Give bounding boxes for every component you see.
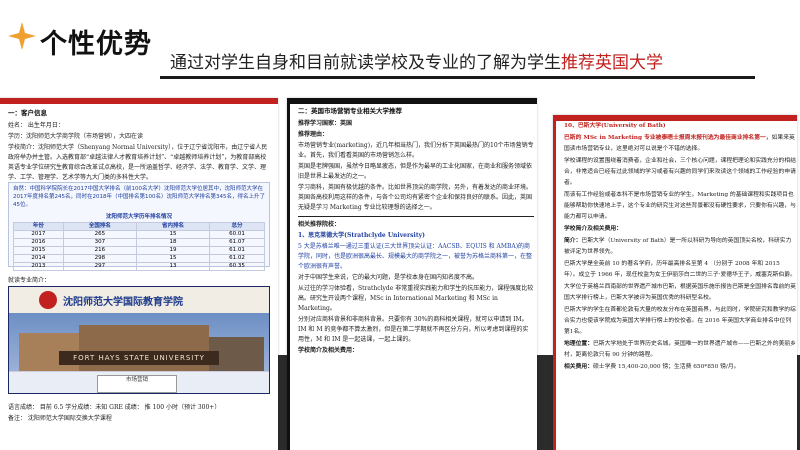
- website-logo-text: 沈阳师范大学国际教育学院: [63, 297, 183, 308]
- subtitle-plain: 通过对学生自身和目前就读学校及专业的了解为学生: [170, 53, 561, 73]
- table-cell: 298: [62, 254, 137, 263]
- school-intro: 学校简介：沈阳师范大学（Shenyang Normal University），…: [8, 143, 272, 183]
- recommend-reason-label: 推荐理由：: [298, 131, 329, 138]
- website-banner: 沈阳师范大学国际教育学院: [9, 287, 269, 313]
- school-line: 学历：沈阳师范大学商学院（市场营销），大四在读: [8, 133, 144, 140]
- table-header-row: 年份 全国排名 省内排名 总分: [13, 222, 265, 231]
- recommend-country: 推荐学习国家：英国: [298, 120, 353, 127]
- paragraph: 巴斯大学的学生在首都伦敦有大量的校友分布在英国商界，与此同时，学院研究和教学的综…: [564, 307, 796, 335]
- ranking-highlight: 巴斯的 MSc in Marketing 专业被泰晤士报周末报刊选为最佳商业排名…: [564, 135, 772, 141]
- ranking-intro: 自然：中国科学院院长在2017中国大学排名（前100名大学）沈阳师范大学位居其中…: [13, 186, 265, 208]
- client-info-footer: 语言成绩： 目前 6.5 学分成绩：未知 GRE 成绩： 推 100 小时（预计…: [8, 403, 272, 425]
- location-text: 巴斯大学地处于世界历史名城，英国唯一的世界遗产城市——巴斯之外的美丽乡村，距离伦…: [564, 341, 796, 358]
- school-paragraph: 5 大是苏格兰唯一通过三重认证(三大世界顶尖认证：AACSB、EQUIS 和 A…: [298, 243, 533, 270]
- campus-website-image: 沈阳师范大学国际教育学院 FORT HAYS STATE UNIVERSITY …: [8, 286, 270, 394]
- table-cell: 15: [135, 254, 211, 263]
- table-cell: 61.07: [209, 238, 265, 247]
- major-box: 市场营销: [97, 375, 177, 393]
- bath-university-card: 10、巴斯大学(University of Bath) 巴斯的 MSc in M…: [553, 115, 797, 450]
- slide-header: 个性优势 通过对学生自身和目前就读学校及专业的了解为学生推荐英国大学: [0, 0, 800, 80]
- table-row: 2013 297 13 60.35: [13, 262, 265, 271]
- school-paragraph: 对于中国学生来说，它的最大问题，是学校本身在国内知名度不高。: [298, 274, 479, 281]
- school-paragraph: 从过往的学习体验看，Strathclyde 非常重视实践能力和学生的抗压能力，课…: [298, 285, 534, 312]
- intro-bold-label: 简介：: [564, 238, 582, 244]
- client-info-body: 一：客户信息 姓名： 出生年月日： 学历：沈阳师范大学商学院（市场营销），大四在…: [8, 106, 272, 184]
- table-cell: 2013: [13, 262, 64, 271]
- table-cell: 2014: [13, 254, 64, 263]
- major-intro-label: 就读专业简介：: [8, 277, 51, 284]
- divider: [298, 216, 534, 217]
- table-row: 2017 265 15 60.01: [13, 230, 265, 239]
- fees-label: 相关费用：: [564, 364, 593, 370]
- school-heading: 10、巴斯大学(University of Bath): [564, 123, 666, 129]
- table-cell: 297: [62, 262, 137, 271]
- campus-sign: FORT HAYS STATE UNIVERSITY: [59, 351, 219, 365]
- paragraph: 大学位于英格兰西南部的世界遗产城市巴斯，根据英国乐施乐报告巴斯是全国排名靠前的英…: [564, 284, 796, 301]
- paragraph: 英国是老牌强国，虽然今日略显疲态，但是作为最早的工业化国家，在商业和服务领域依旧…: [298, 163, 533, 180]
- recommendation-card: 二：英国市场营销专业相关大学推荐 推荐学习国家：英国 推荐理由： 市场营销专业(…: [287, 98, 537, 450]
- paragraph: 地理位置：巴斯大学地处于世界历史名城，英国唯一的世界遗产城市——巴斯之外的美丽乡…: [564, 339, 796, 361]
- subtitle-underline: [160, 76, 755, 79]
- related-schools-title: 相关推荐院校：: [298, 221, 341, 228]
- intro-fees-label: 学校简介及相关费用：: [564, 226, 622, 232]
- university-logo: [39, 291, 57, 309]
- fees-text: 硕士学费 15,400-20,000 镑；生活费 650*850 镑/月。: [593, 364, 740, 370]
- table-cell: 265: [62, 230, 137, 239]
- table-row: 2015 216 19 61.01: [13, 246, 265, 255]
- table-row: 2016 307 18 61.07: [13, 238, 265, 247]
- slide-subtitle: 通过对学生自身和目前就读学校及专业的了解为学生推荐英国大学: [170, 48, 663, 73]
- table-cell: 216: [62, 246, 137, 255]
- paragraph: 而该有工作经验或者本科不是市场营销专业的学生，Marketing 的基础课程和实…: [564, 192, 796, 220]
- table-cell: 60.01: [209, 230, 265, 239]
- paragraph: 巴斯大学是全英前 10 的著名学府，历年最高排名至第 4 （分别于 2008 年…: [564, 261, 796, 278]
- recommendation-body: 二：英国市场营销专业相关大学推荐 推荐学习国家：英国 推荐理由： 市场营销专业(…: [298, 104, 534, 357]
- table-cell: 13: [135, 262, 211, 271]
- table-header: 全国排名: [62, 222, 137, 231]
- name-line: 姓名： 出生年月日：: [8, 122, 64, 129]
- table-cell: 2016: [13, 238, 64, 247]
- table-cell: 18: [135, 238, 211, 247]
- table-header: 总分: [209, 222, 265, 231]
- table-cell: 61.01: [209, 246, 265, 255]
- school-paragraph: 分别对应商科背景和非商科背景。只要你有 30%的商科相关课程，就可以申请到 IM…: [298, 316, 529, 343]
- sparkle-icon: [8, 22, 36, 50]
- ranking-box: 自然：中国科学院院长在2017中国大学排名（前100名大学）沈阳师范大学位居其中…: [8, 182, 270, 271]
- location-label: 地理位置：: [564, 341, 593, 347]
- intro-label: 学校简介：: [8, 144, 39, 151]
- card-cap: [0, 98, 278, 104]
- table-header: 年份: [13, 222, 64, 231]
- table-cell: 307: [62, 238, 137, 247]
- section-title: 二：英国市场营销专业相关大学推荐: [298, 107, 402, 115]
- table-row: 2014 298 15 61.02: [13, 254, 265, 263]
- remark-line: 备注： 沈阳师范大学国际交换大学课程: [8, 415, 112, 422]
- table-cell: 61.02: [209, 254, 265, 263]
- scores-line: 语言成绩： 目前 6.5 学分成绩：未知 GRE 成绩： 推 100 小时（预计…: [8, 404, 221, 411]
- bath-body: 10、巴斯大学(University of Bath) 巴斯的 MSc in M…: [564, 121, 796, 374]
- paragraph: 巴斯的 MSc in Marketing 专业被泰晤士报周末报刊选为最佳商业排名…: [564, 133, 796, 155]
- paragraph: 市场营销专业(marketing)，近几年相当热门，我们分析下英国最热门的10个…: [298, 142, 534, 159]
- table-header: 省内排名: [135, 222, 211, 231]
- paragraph: 学习商科，英国有极优越的条件。比如世界顶尖的商学院，另外，有着发达的商业环境。英…: [298, 184, 533, 211]
- slide-title: 个性优势: [40, 29, 152, 60]
- intro-text: 沈阳师范大学（Shenyang Normal University），位于辽宁省…: [8, 144, 268, 181]
- table-cell: 15: [135, 230, 211, 239]
- table-cell: 2015: [13, 246, 64, 255]
- section-title: 一：客户信息: [8, 109, 47, 117]
- table-cell: 60.35: [209, 262, 265, 271]
- paragraph: 简介：巴斯大学（University of Bath）是一所以科研为导向的英国顶…: [564, 236, 796, 258]
- paragraph: 相关费用：硕士学费 15,400-20,000 镑；生活费 650*850 镑/…: [564, 362, 796, 373]
- client-info-card: 一：客户信息 姓名： 出生年月日： 学历：沈阳师范大学商学院（市场营销），大四在…: [0, 98, 278, 450]
- school-heading: 1、思克莱德大学(Strathclyde University): [298, 232, 425, 239]
- subtitle-highlight: 推荐英国大学: [561, 53, 663, 73]
- school-fees-label: 学校简介及相关费用：: [298, 347, 359, 354]
- paragraph: 学校课程的设置围绕着消费者，企业和社会，三个核心问题，课程把理论和实践充分的相结…: [564, 158, 796, 186]
- table-cell: 19: [135, 246, 211, 255]
- ranking-table-title: 沈阳师范大学历年排名情况: [105, 214, 172, 220]
- website-strip: 市场营销: [9, 371, 269, 393]
- table-cell: 2017: [13, 230, 64, 239]
- ranking-table: 年份 全国排名 省内排名 总分 2017 265 15 60.01 2016 3…: [13, 222, 265, 271]
- intro-text: 巴斯大学（University of Bath）是一所以科研为导向的英国顶尖名校…: [564, 238, 792, 255]
